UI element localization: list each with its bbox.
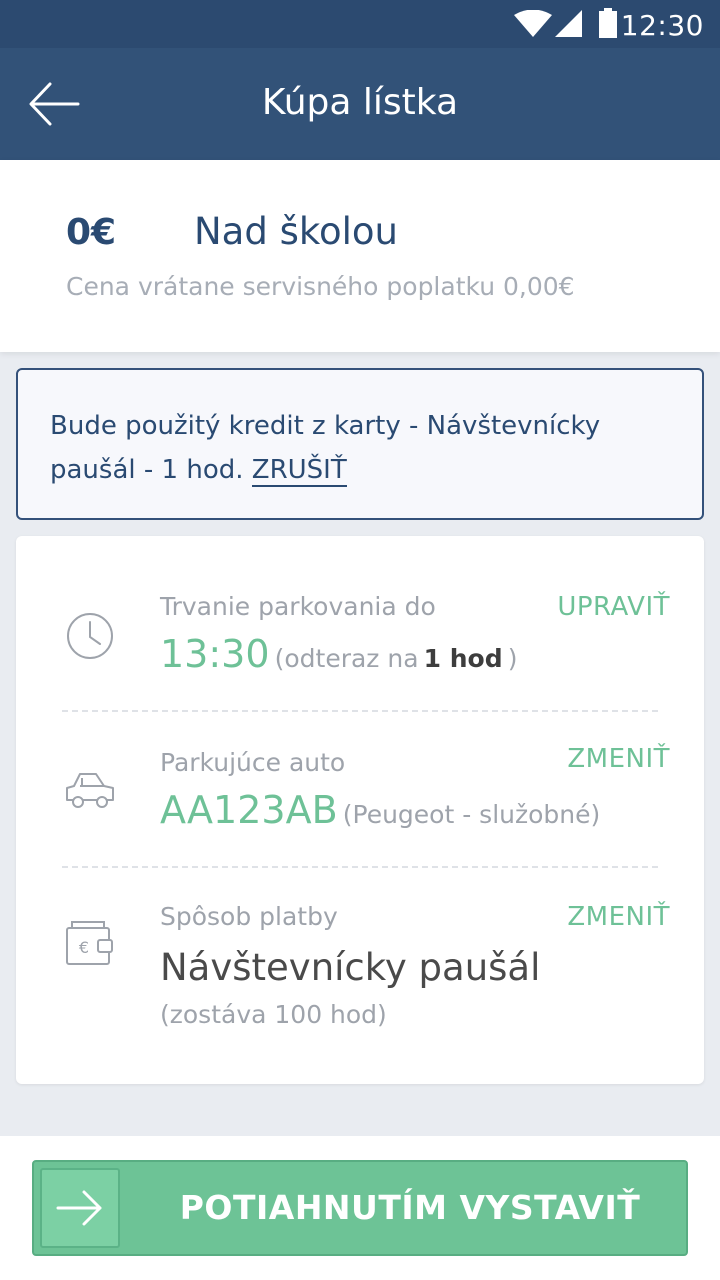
ticket-price: 0€ xyxy=(66,212,117,253)
parking-zone-name: Nad školou xyxy=(194,210,398,253)
page-title: Kúpa lístka xyxy=(261,82,459,123)
change-payment-button[interactable]: ZMENIŤ xyxy=(567,902,670,932)
slide-label: POTIAHNUTÍM VYSTAVIŤ xyxy=(179,1188,641,1227)
change-car-button[interactable]: ZMENIŤ xyxy=(567,744,670,774)
duration-note-prefix: (odteraz na xyxy=(274,644,419,673)
slide-to-issue-control[interactable]: POTIAHNUTÍM VYSTAVIŤ xyxy=(32,1160,688,1256)
payment-label: Spôsob platby xyxy=(160,902,338,931)
car-value: AA123AB (Peugeot - služobné) xyxy=(160,788,600,832)
app-bar: Kúpa lístka xyxy=(0,48,720,160)
divider xyxy=(62,866,658,868)
credit-notice: Bude použitý kredit z karty - Návštevníc… xyxy=(16,368,704,520)
arrow-right-icon xyxy=(56,1190,102,1226)
slide-handle[interactable] xyxy=(40,1168,120,1248)
end-time: 13:30 xyxy=(160,632,270,676)
payment-remaining: (zostáva 100 hod) xyxy=(160,1000,387,1029)
license-plate: AA123AB xyxy=(160,788,338,832)
payment-method: Návštevnícky paušál xyxy=(160,946,540,989)
duration-note-suffix: ) xyxy=(507,644,518,673)
status-bar: 12:30 xyxy=(0,0,720,48)
edit-duration-button[interactable]: UPRAVIŤ xyxy=(557,592,670,622)
battery-icon xyxy=(599,8,617,38)
divider xyxy=(62,710,658,712)
car-icon xyxy=(66,773,114,808)
duration-row: Trvanie parkovania do UPRAVIŤ 13:30 (odt… xyxy=(16,588,704,738)
duration-value: 13:30 (odteraz na 1 hod ) xyxy=(160,632,517,676)
credit-notice-text: Bude použitý kredit z karty - Návštevníc… xyxy=(50,404,670,492)
svg-text:€: € xyxy=(79,938,89,957)
wallet-euro-icon: € xyxy=(66,921,113,965)
ticket-summary: 0€ Nad školou Cena vrátane servisného po… xyxy=(0,160,720,352)
wifi-icon xyxy=(514,10,552,37)
payment-row: € Spôsob platby ZMENIŤ Návštevnícky pauš… xyxy=(16,900,704,1050)
car-label: Parkujúce auto xyxy=(160,748,346,777)
car-row: Parkujúce auto ZMENIŤ AA123AB (Peugeot -… xyxy=(16,744,704,894)
clock-icon xyxy=(67,613,113,659)
service-fee-text: Cena vrátane servisného poplatku 0,00€ xyxy=(66,272,575,301)
status-time: 12:30 xyxy=(620,9,704,42)
signal-icon xyxy=(555,10,582,37)
duration-amount: 1 hod xyxy=(423,644,503,673)
car-description: (Peugeot - služobné) xyxy=(342,800,601,829)
duration-label: Trvanie parkovania do xyxy=(160,592,436,621)
payment-method-name: Návštevnícky paušál xyxy=(160,946,541,989)
ticket-details-card: Trvanie parkovania do UPRAVIŤ 13:30 (odt… xyxy=(16,536,704,1084)
cancel-credit-link[interactable]: ZRUŠIŤ xyxy=(251,455,347,487)
